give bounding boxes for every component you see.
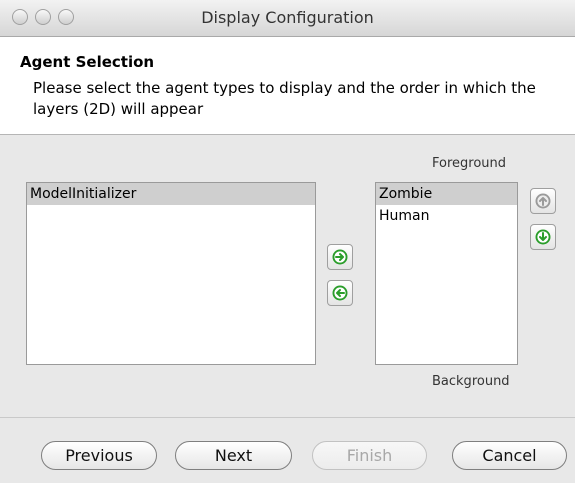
arrow-up-icon xyxy=(535,193,551,209)
list-item[interactable]: Zombie xyxy=(376,183,517,205)
footer-divider xyxy=(0,417,575,418)
list-item[interactable]: Human xyxy=(376,205,517,227)
move-layer-down-button[interactable] xyxy=(530,224,556,250)
finish-button[interactable]: Finish xyxy=(312,441,427,470)
list-item[interactable]: ModelInitializer xyxy=(27,183,315,205)
section-title: Agent Selection xyxy=(20,53,155,71)
next-button[interactable]: Next xyxy=(175,441,292,470)
foreground-label: Foreground xyxy=(432,156,507,171)
display-configuration-window: Display Configuration Agent Selection Pl… xyxy=(0,0,575,483)
background-label: Background xyxy=(432,374,510,389)
previous-button[interactable]: Previous xyxy=(41,441,157,470)
available-agents-list[interactable]: ModelInitializer xyxy=(26,182,316,365)
display-layers-list[interactable]: Zombie Human xyxy=(375,182,518,365)
remove-agent-button[interactable] xyxy=(327,280,353,306)
window-title: Display Configuration xyxy=(201,8,374,27)
title-bar: Display Configuration xyxy=(0,0,575,37)
cancel-button[interactable]: Cancel xyxy=(452,441,567,470)
add-agent-button[interactable] xyxy=(327,244,353,270)
section-description: Please select the agent types to display… xyxy=(33,79,536,118)
move-layer-up-button[interactable] xyxy=(530,188,556,214)
arrow-left-icon xyxy=(332,285,348,301)
arrow-right-icon xyxy=(332,249,348,265)
arrow-down-icon xyxy=(535,229,551,245)
header-panel: Agent Selection Please select the agent … xyxy=(0,37,575,135)
